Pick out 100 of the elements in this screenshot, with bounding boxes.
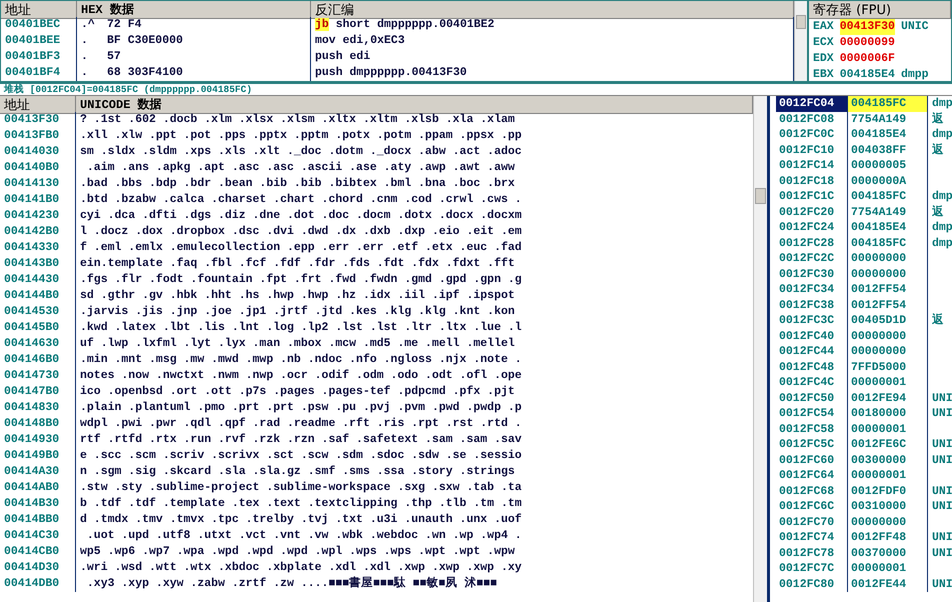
stack-comment-cell-text: UNI (931, 546, 952, 561)
unicode-data-cell-text: rtf .rtfd .rtx .run .rvf .rzk .rzn .saf .safetext .sam .sam .sav (79, 432, 523, 448)
stack-address-cell[interactable]: 0012FC68 (776, 484, 848, 499)
address-cell: 00414030 (0, 144, 76, 160)
stack-address-cell[interactable]: 0012FC2C (776, 251, 848, 266)
stack-address-cell[interactable]: 0012FC60 (776, 452, 848, 468)
stack-value-cell: 00000001 (848, 561, 928, 576)
address-cell: 004148B0 (0, 416, 76, 432)
stack-address-cell[interactable]: 0012FC70 (776, 514, 848, 530)
stack-address-cell[interactable]: 0012FC30 (776, 266, 848, 282)
stack-address-cell[interactable]: 0012FC08 (776, 112, 848, 127)
stack-address-cell[interactable]: 0012FC40 (776, 328, 848, 344)
stack-comment-cell-text: UNI (931, 437, 952, 452)
unicode-data-cell-text: cyi .dca .dfti .dgs .diz .dne .dot .doc .docm .dotx .docx .docxm (79, 208, 523, 224)
column-header[interactable]: 反汇编 (311, 1, 794, 19)
hex-cell: . 68 303F4100 (77, 65, 311, 81)
stack-value-cell: 00300000 (848, 452, 928, 468)
stack-value-cell: 004185E4 (848, 127, 928, 142)
stack-address-cell[interactable]: 0012FC3C (776, 313, 848, 328)
stack-comment-cell-text: UNI (931, 499, 952, 514)
unicode-data-cell-text: .wri .wsd .wtt .wtx .xbdoc .xbplate .xdl .xdl .xwp .xwp .xwp .xy (79, 560, 523, 576)
stack-value-cell: 00405D1D (848, 313, 928, 328)
hex-cell: . 57 (77, 49, 311, 65)
unicode-data-cell-text: wdpl .pwi .pwr .qdl .qpf .rad .readme .rft .ris .rpt .rst .rtd . (79, 416, 523, 432)
stack-value-cell: 0012FE6C (848, 437, 928, 452)
column-header[interactable]: UNICODE 数据 (76, 96, 753, 114)
column-header[interactable]: 地址 (1, 1, 77, 19)
stack-comment-cell-text: dmp (931, 236, 952, 251)
register-value[interactable]: 00000099 (840, 35, 895, 51)
stack-value-cell: 0012FF54 (848, 298, 928, 313)
unicode-data-cell-text: wp5 .wp6 .wp7 .wpa .wpd .wpd .wpd .wpl .wps .wps .wpt .wpt .wpw (79, 544, 516, 560)
stack-value-cell: 7FFD5000 (848, 360, 928, 375)
unicode-data-cell-text: .uot .upd .utf8 .utxt .vct .vnt .vw .wbk .webdoc .wn .wp .wp4 . (86, 528, 523, 544)
stack-address-cell[interactable]: 0012FC54 (776, 406, 848, 422)
stack-address-cell[interactable]: 0012FC5C (776, 437, 848, 452)
address-cell: 00414930 (0, 432, 76, 448)
stack-value-cell: 00000001 (848, 375, 928, 390)
address-cell: 00414430 (0, 272, 76, 288)
register-value[interactable]: 004185E4 (840, 67, 895, 81)
stack-address-cell[interactable]: 0012FC04 (776, 96, 848, 112)
stack-address-cell[interactable]: 0012FC48 (776, 360, 848, 375)
stack-value-cell: 7754A149 (848, 112, 928, 127)
stack-address-cell[interactable]: 0012FC14 (776, 158, 848, 174)
column-header[interactable]: 地址 (0, 96, 76, 114)
address-cell: 00414130 (0, 176, 76, 192)
stack-address-cell[interactable]: 0012FC6C (776, 499, 848, 514)
scrollbar[interactable] (753, 96, 767, 602)
stack-address-cell[interactable]: 0012FC0C (776, 127, 848, 142)
stack-value-cell: 00000001 (848, 422, 928, 437)
stack-address-cell[interactable]: 0012FC78 (776, 546, 848, 561)
stack-value-cell: 00000000 (848, 328, 928, 344)
column-header[interactable]: HEX 数据 (77, 1, 311, 19)
unicode-data-cell-text: .fgs .flr .fodt .fountain .fpt .frt .fwd .fwdn .gmd .gpd .gpn .g (79, 272, 523, 288)
stack-address-cell[interactable]: 0012FC20 (776, 204, 848, 220)
stack-comment-cell-text: UNI (931, 390, 952, 406)
unicode-data-cell-text: ico .openbsd .ort .ott .p7s .pages .pages-tef .pdpcmd .pfx .pjt (79, 384, 516, 400)
address-cell: 004141B0 (0, 192, 76, 208)
unicode-data-cell-text: sm .sldx .sldm .xps .xls .xlt ._doc .dotm ._docx .abw .act .adoc (79, 144, 523, 160)
stack-comment-cell-text: dmp (931, 96, 952, 112)
stack-value-cell: 00000000 (848, 266, 928, 282)
unicode-data-cell-text: .plain .plantuml .pmo .prt .prt .psw .pu .pvj .pvm .pwd .pwdp .p (79, 400, 523, 416)
stack-address-cell[interactable]: 0012FC4C (776, 375, 848, 390)
unicode-data-cell-text: b .tdf .tdf .template .tex .text .textclipping .thp .tlb .tm .tm (79, 496, 523, 512)
unicode-data-cell-text: ? .1st .602 .docb .xlm .xlsx .xlsm .xltx .xltm .xlsb .xla .xlam (79, 112, 516, 128)
stack-address-cell[interactable]: 0012FC38 (776, 298, 848, 313)
stack-comment-cell-text: dmp (931, 189, 952, 204)
stack-address-cell[interactable]: 0012FC1C (776, 189, 848, 204)
scrollbar[interactable] (794, 1, 807, 81)
register-value[interactable]: 0000006F (840, 51, 895, 67)
stack-address-cell[interactable]: 0012FC24 (776, 220, 848, 236)
stack-comment-cell-text: dmp (931, 127, 952, 142)
unicode-data-cell-text: .aim .ans .apkg .apt .asc .asc .ascii .ase .aty .awp .awt .aww (86, 160, 516, 176)
address-cell: 00414830 (0, 400, 76, 416)
stack-address-cell[interactable]: 0012FC50 (776, 390, 848, 406)
address-cell: 00414630 (0, 336, 76, 352)
stack-address-cell[interactable]: 0012FC18 (776, 174, 848, 189)
stack-value-cell: 7754A149 (848, 204, 928, 220)
register-value[interactable]: 00413F30 (840, 19, 895, 35)
stack-address-cell[interactable]: 0012FC64 (776, 468, 848, 484)
unicode-data-cell-text: .min .mnt .msg .mw .mwd .mwp .nb .ndoc .nfo .ngloss .njx .note . (79, 352, 523, 368)
unicode-data-cell-text: notes .now .nwctxt .nwm .nwp .ocr .odif .odm .odo .odt .ofl .ope (79, 368, 523, 384)
address-cell: 004145B0 (0, 320, 76, 336)
stack-value-cell: 0000000A (848, 174, 928, 189)
unicode-data-cell-text: .bad .bbs .bdp .bdr .bean .bib .bib .bibtex .bml .bna .boc .brx (79, 176, 516, 192)
stack-value-cell: 004185FC (848, 96, 928, 112)
stack-address-cell[interactable]: 0012FC74 (776, 530, 848, 546)
unicode-data-cell-text: sd .gthr .gv .hbk .hht .hs .hwp .hwp .hz .idx .iil .ipf .ipspot (79, 288, 516, 304)
stack-address-cell[interactable]: 0012FC44 (776, 344, 848, 360)
stack-address-cell[interactable]: 0012FC80 (776, 576, 848, 592)
unicode-data-cell-text: .btd .bzabw .calca .charset .chart .chord .cnm .cod .crwl .cws . (79, 192, 523, 208)
stack-address-cell[interactable]: 0012FC28 (776, 236, 848, 251)
stack-address-cell[interactable]: 0012FC7C (776, 561, 848, 576)
unicode-data-cell-text: d .tmdx .tmv .tmvx .tpc .trelby .tvj .txt .u3i .unauth .unx .uof (79, 512, 523, 528)
address-cell: 00414330 (0, 240, 76, 256)
address-cell: 00413FB0 (0, 128, 76, 144)
stack-address-cell[interactable]: 0012FC10 (776, 142, 848, 158)
stack-address-cell[interactable]: 0012FC58 (776, 422, 848, 437)
stack-address-cell[interactable]: 0012FC34 (776, 282, 848, 298)
register-name: ECX (813, 35, 834, 51)
stack-comment-cell-text: dmp (931, 220, 952, 236)
